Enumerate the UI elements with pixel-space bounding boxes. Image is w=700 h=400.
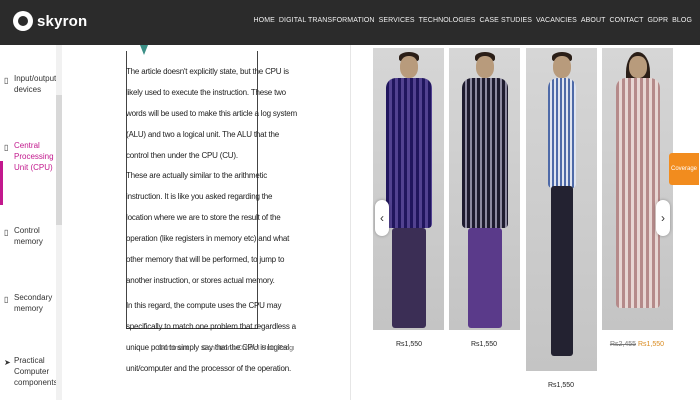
device-icon: ▯ bbox=[4, 295, 9, 304]
figure-caption-left: Comment bbox=[158, 345, 189, 352]
paragraph-3: In this regard, the compute uses the CPU… bbox=[126, 301, 296, 373]
product-card[interactable] bbox=[526, 48, 597, 371]
product-card[interactable] bbox=[602, 48, 673, 330]
pointer-icon: ➤ bbox=[4, 358, 11, 367]
sidebar-item-label: Control memory bbox=[14, 226, 43, 246]
sidebar-item-practical-components[interactable]: ➤ Practical Computer components bbox=[4, 355, 58, 388]
document-panel: The article doesn't explicitly state, bu… bbox=[62, 45, 350, 400]
product-gallery: Rs1,550 Rs1,550 Rs1,550 Rs2,455 Rs1,550 … bbox=[351, 45, 700, 400]
brand-name: skyron bbox=[37, 12, 88, 30]
paragraph-1: The article doesn't explicitly state, bu… bbox=[126, 67, 298, 160]
nav-home[interactable]: HOME bbox=[254, 17, 275, 24]
nav-services[interactable]: SERVICES bbox=[379, 17, 415, 24]
paragraph-2: These are actually similar to the arithm… bbox=[126, 171, 290, 285]
nav-gdpr[interactable]: GDPR bbox=[648, 17, 669, 24]
carousel-next-button[interactable]: › bbox=[656, 200, 670, 236]
top-navigation-bar: skyron HOME DIGITAL TRANSFORMATION SERVI… bbox=[0, 0, 700, 45]
coverage-tab[interactable]: Coverage bbox=[669, 153, 699, 185]
chevron-left-icon: ‹ bbox=[380, 211, 384, 225]
nav-about[interactable]: ABOUT bbox=[581, 17, 606, 24]
sidebar: ▯ Input/output devices ▯ Central Process… bbox=[0, 45, 62, 400]
product-price: Rs1,550 bbox=[547, 382, 575, 389]
device-icon: ▯ bbox=[4, 76, 9, 85]
sidebar-item-control-memory[interactable]: ▯ Control memory bbox=[4, 225, 54, 247]
product-price: Rs1,550 bbox=[470, 341, 498, 348]
nav-digital-transformation[interactable]: DIGITAL TRANSFORMATION bbox=[279, 17, 375, 24]
logo[interactable]: skyron bbox=[13, 11, 87, 31]
nav-technologies[interactable]: TECHNOLOGIES bbox=[419, 17, 476, 24]
product-card[interactable] bbox=[449, 48, 520, 330]
sidebar-item-secondary-memory[interactable]: ▯ Secondary memory bbox=[4, 292, 54, 314]
product-price-old: Rs2,455 bbox=[609, 341, 637, 348]
sidebar-item-input-output[interactable]: ▯ Input/output devices bbox=[4, 73, 57, 95]
device-icon: ▯ bbox=[4, 228, 9, 237]
product-price: Rs1,550 bbox=[395, 341, 423, 348]
nav-blog[interactable]: BLOG bbox=[672, 17, 692, 24]
logo-icon bbox=[13, 11, 33, 31]
sidebar-item-label: Central Processing Unit (CPU) bbox=[14, 141, 54, 172]
sidebar-item-label: Practical Computer components bbox=[14, 356, 58, 387]
device-icon: ▯ bbox=[4, 143, 9, 152]
nav-case-studies[interactable]: CASE STUDIES bbox=[479, 17, 532, 24]
product-price-new: Rs1,550 bbox=[637, 341, 665, 348]
carousel-prev-button[interactable]: ‹ bbox=[375, 200, 389, 236]
product-price-group: Rs2,455 Rs1,550 bbox=[607, 341, 667, 348]
sidebar-item-label: Input/output devices bbox=[14, 74, 57, 94]
nav-contact[interactable]: CONTACT bbox=[610, 17, 644, 24]
active-indicator bbox=[0, 161, 3, 205]
product-card[interactable] bbox=[373, 48, 444, 330]
figure-caption-right: Conditions Control Unit (Program Counter… bbox=[202, 345, 294, 352]
chevron-right-icon: › bbox=[661, 211, 665, 225]
nav-vacancies[interactable]: VACANCIES bbox=[536, 17, 577, 24]
main-nav: HOME DIGITAL TRANSFORMATION SERVICES TEC… bbox=[254, 17, 693, 24]
sidebar-item-cpu[interactable]: ▯ Central Processing Unit (CPU) bbox=[4, 140, 54, 173]
sidebar-item-label: Secondary memory bbox=[14, 293, 53, 313]
